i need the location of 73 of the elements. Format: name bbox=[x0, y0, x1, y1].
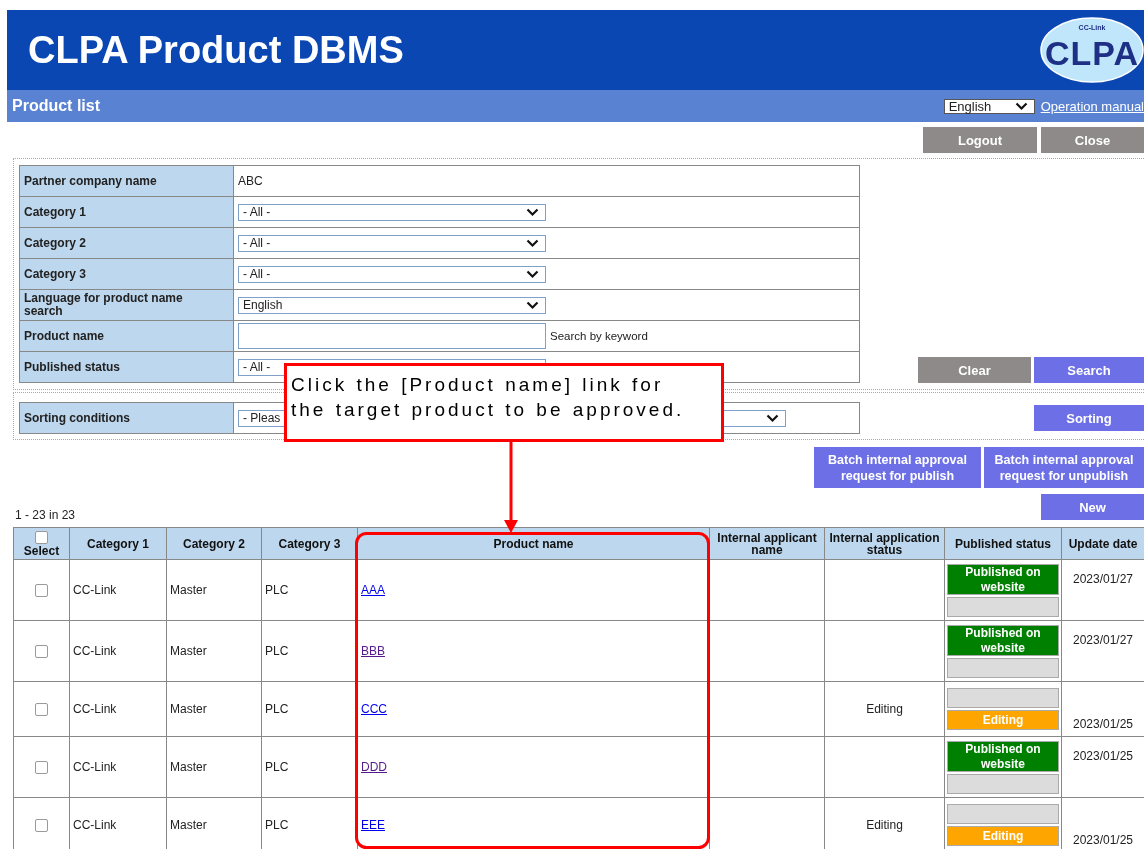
select-value: - Pleas bbox=[243, 411, 281, 425]
batch-approval-button[interactable]: Batch internal approval request for publish bbox=[814, 447, 981, 488]
select-value: English bbox=[948, 98, 992, 114]
table-cell: CC-Link bbox=[69, 620, 167, 682]
table-cell: CC-Link bbox=[69, 736, 167, 798]
product-name-input[interactable] bbox=[238, 323, 546, 349]
filter-select[interactable]: - All - bbox=[238, 265, 546, 283]
language-select[interactable]: English bbox=[943, 98, 1035, 114]
select-value: - All - bbox=[243, 236, 271, 250]
column-header: Product name bbox=[357, 527, 710, 560]
published-status-badge: Published on website bbox=[947, 740, 1059, 772]
filter-select[interactable]: - All - bbox=[238, 203, 546, 221]
table-cell: Master bbox=[166, 681, 262, 737]
operation-manual-link[interactable]: Operation manual bbox=[1040, 98, 1144, 114]
page-title: Product list bbox=[12, 97, 100, 115]
select-value: - All - bbox=[243, 360, 271, 374]
row-checkbox[interactable] bbox=[35, 702, 48, 716]
published-status-badge: Published on website bbox=[947, 563, 1059, 595]
field-label: Category 1 bbox=[19, 196, 234, 228]
column-header: Category 1 bbox=[69, 527, 167, 560]
product-name-link[interactable]: DDD bbox=[361, 760, 387, 774]
product-name-link[interactable]: EEE bbox=[361, 818, 385, 832]
table-cell: Master bbox=[166, 736, 262, 798]
select-label: Select bbox=[23, 543, 60, 558]
field-note: Search by keyword bbox=[550, 330, 648, 342]
table-cell: Master bbox=[166, 559, 262, 621]
select-all-checkbox[interactable] bbox=[35, 530, 48, 544]
table-cell: CC-Link bbox=[69, 681, 167, 737]
sorting-button[interactable]: Sorting bbox=[1034, 405, 1144, 431]
company-name-value: ABC bbox=[233, 165, 860, 197]
batch-approval-button[interactable]: Batch internal approval request for unpublish bbox=[984, 447, 1144, 488]
column-header: Category 2 bbox=[166, 527, 262, 560]
app-title: CLPA Product DBMS bbox=[28, 28, 404, 72]
column-header: Internal application status bbox=[824, 527, 945, 560]
new-button[interactable]: New bbox=[1041, 494, 1144, 520]
row-checkbox[interactable] bbox=[35, 644, 48, 658]
search-button[interactable]: Search bbox=[1034, 357, 1144, 383]
editing-status-badge: Editing bbox=[947, 710, 1059, 730]
table-cell: CC-Link bbox=[69, 559, 167, 621]
select-value: - All - bbox=[243, 205, 271, 219]
row-checkbox[interactable] bbox=[35, 583, 48, 597]
chevron-down-icon bbox=[1014, 101, 1028, 111]
column-header: Internal applicant name bbox=[709, 527, 825, 560]
row-checkbox[interactable] bbox=[35, 818, 48, 832]
column-header: Update date bbox=[1061, 527, 1144, 560]
field-label: Published status bbox=[19, 351, 234, 383]
row-checkbox[interactable] bbox=[35, 760, 48, 774]
chevron-down-icon bbox=[526, 300, 539, 310]
field-label: Category 3 bbox=[19, 258, 234, 290]
product-name-link[interactable]: BBB bbox=[361, 644, 385, 658]
chevron-down-icon bbox=[526, 207, 539, 217]
select-value: - All - bbox=[243, 267, 271, 281]
table-cell: Master bbox=[166, 620, 262, 682]
field-label: Product name bbox=[19, 320, 234, 352]
table-cell: Editing bbox=[824, 681, 945, 737]
filter-select[interactable]: - All - bbox=[238, 234, 546, 252]
chevron-down-icon bbox=[766, 413, 779, 423]
column-header: Category 3 bbox=[261, 527, 358, 560]
column-header: Published status bbox=[944, 527, 1062, 560]
chevron-down-icon bbox=[526, 238, 539, 248]
field-label: Category 2 bbox=[19, 227, 234, 259]
field-label: Sorting conditions bbox=[19, 402, 234, 434]
product-name-link[interactable]: CCC bbox=[361, 702, 387, 716]
field-label: Partner company name bbox=[19, 165, 234, 197]
published-status-badge: Published on website bbox=[947, 624, 1059, 656]
instruction-tooltip: Click the [Product name] link for the target product to be approved. bbox=[284, 363, 724, 442]
select-value: English bbox=[243, 298, 283, 312]
field-label: Language for product name search bbox=[19, 289, 234, 321]
filter-select[interactable]: English bbox=[238, 296, 546, 314]
editing-status-badge: Editing bbox=[947, 826, 1059, 846]
result-count: 1 - 23 in 23 bbox=[14, 508, 76, 524]
chevron-down-icon bbox=[526, 269, 539, 279]
product-name-link[interactable]: AAA bbox=[361, 583, 385, 597]
